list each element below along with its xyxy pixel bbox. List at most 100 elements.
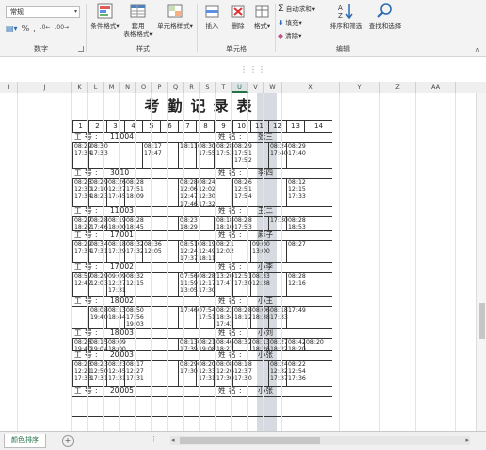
employee-name-value[interactable]: 小李 bbox=[258, 262, 273, 272]
employee-name-value[interactable]: 张三 bbox=[258, 132, 273, 142]
scroll-left-icon[interactable]: ◂ bbox=[171, 436, 175, 444]
attendance-time-cell[interactable]: 08:27 18:22 bbox=[268, 339, 288, 353]
attendance-time-cell[interactable]: 08:28 17:53 bbox=[214, 143, 234, 168]
fill-button[interactable]: ⬇ 填充▾ bbox=[278, 17, 302, 27]
column-header-r[interactable]: R bbox=[184, 82, 200, 93]
column-header-q[interactable]: Q bbox=[168, 82, 184, 93]
day-number-cell[interactable]: 6 bbox=[160, 121, 178, 132]
employee-name-value[interactable]: 小张 bbox=[258, 386, 273, 396]
attendance-time-cell[interactable]: 08:27 bbox=[286, 241, 306, 262]
number-dialog-launcher-icon[interactable] bbox=[78, 46, 84, 52]
attendance-time-cell[interactable]: 08:08 12:26 17:30 bbox=[214, 361, 234, 386]
add-sheet-icon[interactable]: + bbox=[62, 435, 74, 447]
conditional-format-button[interactable]: 条件格式▾ bbox=[88, 2, 122, 30]
attendance-time-cell[interactable]: 08:29 17:34 bbox=[72, 241, 92, 262]
day-number-cell[interactable]: 11 bbox=[250, 121, 268, 132]
more-options-icon[interactable]: ⋮ bbox=[150, 435, 157, 443]
column-header-y[interactable]: Y bbox=[340, 82, 380, 93]
decrease-decimal-icon[interactable]: .00→ bbox=[55, 24, 70, 33]
attendance-time-cell[interactable]: 08:27 18:22 bbox=[72, 217, 92, 231]
collapse-ribbon-icon[interactable]: ∧ bbox=[475, 46, 480, 54]
attendance-time-cell[interactable]: 18:11 bbox=[178, 143, 198, 168]
attendance-time-cell[interactable]: 17:46 bbox=[178, 307, 198, 328]
attendance-time-cell[interactable]: 08:17 12:27 17:31 bbox=[124, 361, 144, 386]
attendance-time-cell[interactable]: 07:56 11:59 13:05 bbox=[178, 273, 198, 296]
horizontal-scrollbar[interactable]: ◂ ▸ bbox=[170, 436, 470, 445]
attendance-time-cell[interactable]: 08:28 18:45 bbox=[124, 217, 144, 231]
attendance-time-cell[interactable]: 08:25 12:30 17:34 bbox=[72, 179, 92, 206]
column-header-p[interactable]: P bbox=[152, 82, 168, 93]
percent-button[interactable]: % bbox=[22, 24, 30, 33]
attendance-time-cell[interactable]: 08:51 12:24 17:37 bbox=[178, 241, 198, 262]
attendance-time-cell[interactable]: 08:28 18:53 bbox=[286, 217, 306, 231]
horizontal-scroll-thumb[interactable] bbox=[180, 437, 320, 444]
column-header-l[interactable]: L bbox=[88, 82, 104, 93]
attendance-time-cell[interactable]: 08:46 18:27 bbox=[214, 339, 234, 353]
attendance-time-cell[interactable]: 08:42 18:20 bbox=[286, 339, 306, 353]
increase-decimal-icon[interactable]: .0← bbox=[40, 24, 51, 33]
column-header-s[interactable]: S bbox=[200, 82, 216, 93]
employee-id-value[interactable]: 20005 bbox=[110, 386, 134, 396]
attendance-time-cell[interactable]: 08:26 19:40 bbox=[72, 339, 92, 353]
attendance-time-cell[interactable]: 08:23 18:29 bbox=[178, 217, 198, 231]
vertical-scrollbar[interactable] bbox=[476, 93, 486, 431]
column-header-j[interactable]: J bbox=[18, 82, 72, 93]
worksheet-grid[interactable]: 考勤记录表 1234567891011121314 工号:11004姓名:张三0… bbox=[0, 93, 476, 431]
day-number-cell[interactable]: 1 bbox=[72, 121, 88, 132]
attendance-time-cell[interactable]: 08:22 12:54 17:36 bbox=[286, 361, 306, 386]
attendance-time-cell[interactable]: 08:22 18:34 17:42 bbox=[214, 307, 234, 328]
attendance-time-cell[interactable]: 08:50 17:56 19:03 bbox=[124, 307, 144, 328]
attendance-time-cell[interactable]: 08:19 18:00 bbox=[106, 217, 126, 231]
employee-name-value[interactable]: 王二 bbox=[258, 206, 273, 216]
table-format-button[interactable]: 套用 表格格式▾ bbox=[122, 2, 154, 38]
currency-icon[interactable]: ▤▾ bbox=[6, 24, 18, 33]
attendance-time-cell[interactable]: 08:06 18:38 bbox=[250, 307, 270, 328]
autosum-button[interactable]: Σ 自动求和▾ bbox=[278, 3, 315, 14]
attendance-time-cell[interactable]: 08:29 17:30 bbox=[178, 361, 198, 386]
day-number-cell[interactable]: 3 bbox=[106, 121, 124, 132]
column-header-v[interactable]: V bbox=[248, 82, 264, 93]
attendance-time-cell[interactable]: 08:13 18:44 bbox=[106, 307, 126, 328]
sheet-tab[interactable]: 颜色排序 bbox=[4, 434, 46, 448]
attendance-time-cell[interactable]: 08:20 bbox=[304, 339, 332, 350]
employee-name-value[interactable]: 李四 bbox=[258, 168, 273, 178]
employee-id-value[interactable]: 11003 bbox=[110, 206, 134, 216]
attendance-time-cell[interactable]: 08:33 12:38 bbox=[250, 273, 270, 296]
comma-button[interactable]: , bbox=[33, 24, 36, 33]
column-header-n[interactable]: N bbox=[120, 82, 136, 93]
attendance-time-cell[interactable]: 08:32 17:32 bbox=[124, 241, 144, 262]
column-header-w[interactable]: W bbox=[264, 82, 282, 93]
clear-button[interactable]: ◆ 清除▾ bbox=[278, 30, 301, 40]
delete-button[interactable]: 删除 bbox=[226, 2, 250, 30]
attendance-time-cell[interactable]: 08:28 12:06 12:47 17:46 bbox=[178, 179, 198, 208]
attendance-time-cell[interactable]: 17:30 bbox=[268, 217, 288, 230]
number-format-select[interactable]: 常规 ▾ bbox=[6, 6, 80, 18]
attendance-time-cell[interactable]: 08:26 12:27 17:45 bbox=[106, 179, 126, 206]
attendance-time-cell[interactable]: 08:18 18:10 bbox=[214, 217, 234, 231]
attendance-time-cell[interactable]: 08:13 17:39 bbox=[178, 339, 198, 353]
attendance-time-cell[interactable]: 08:18 17:29 bbox=[106, 241, 126, 262]
employee-id-value[interactable]: 17002 bbox=[110, 262, 134, 272]
column-header-i[interactable]: I bbox=[0, 82, 18, 93]
column-header-m[interactable]: M bbox=[104, 82, 120, 93]
scroll-right-icon[interactable]: ▸ bbox=[465, 436, 469, 444]
attendance-time-cell[interactable]: 13:20 17:47 bbox=[214, 273, 234, 296]
employee-id-value[interactable]: 20003 bbox=[110, 350, 134, 360]
employee-id-value[interactable]: 17001 bbox=[110, 230, 134, 240]
attendance-time-cell[interactable]: 08:32 12:15 bbox=[124, 273, 144, 296]
day-number-cell[interactable]: 14 bbox=[304, 121, 332, 132]
attendance-time-cell[interactable]: 09:00 13:00 bbox=[250, 241, 270, 262]
attendance-time-cell[interactable]: 08:23 12:45 17:31 bbox=[106, 361, 126, 386]
attendance-time-cell[interactable]: 08:28 17:51 18:09 bbox=[124, 179, 144, 206]
column-header-aa[interactable]: AA bbox=[416, 82, 456, 93]
vertical-scroll-thumb[interactable] bbox=[479, 303, 485, 339]
employee-name-value[interactable]: 麻子 bbox=[258, 230, 273, 240]
resize-handle-icon[interactable]: ⋮⋮⋮ bbox=[240, 65, 267, 74]
employee-name-value[interactable]: 小张 bbox=[258, 350, 273, 360]
employee-id-value[interactable]: 18002 bbox=[110, 296, 134, 306]
attendance-time-cell[interactable]: 08:09 18:00 bbox=[106, 339, 126, 353]
attendance-time-cell[interactable]: 08:29 17:40 bbox=[286, 143, 306, 168]
attendance-time-cell[interactable]: 08:24 17:40 bbox=[268, 143, 288, 168]
day-number-cell[interactable]: 13 bbox=[286, 121, 304, 132]
column-header-k[interactable]: K bbox=[72, 82, 88, 93]
